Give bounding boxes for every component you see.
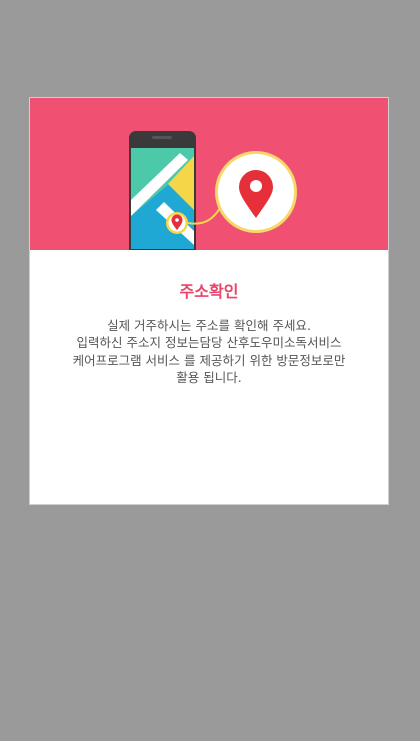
message-line: 입력하신 주소지 정보는담당 산후도우미소독서비스 (76, 335, 342, 351)
dialog-message: 실제 거주하시는 주소를 확인해 주세요. 입력하신 주소지 정보는담당 산후도… (30, 317, 388, 386)
smartphone-map-icon (129, 131, 196, 250)
address-confirm-dialog: 주소확인 실제 거주하시는 주소를 확인해 주세요. 입력하신 주소지 정보는담… (29, 97, 389, 505)
message-line: 실제 거주하시는 주소를 확인해 주세요. (107, 318, 311, 333)
message-line: 활용 됩니다. (176, 369, 242, 385)
message-line: 케어프로그램 서비스 를 제공하기 위한 방문정보로만 (72, 352, 346, 368)
location-pin-icon (215, 151, 297, 233)
dialog-title: 주소확인 (179, 282, 239, 301)
dialog-header-illustration (30, 98, 388, 250)
